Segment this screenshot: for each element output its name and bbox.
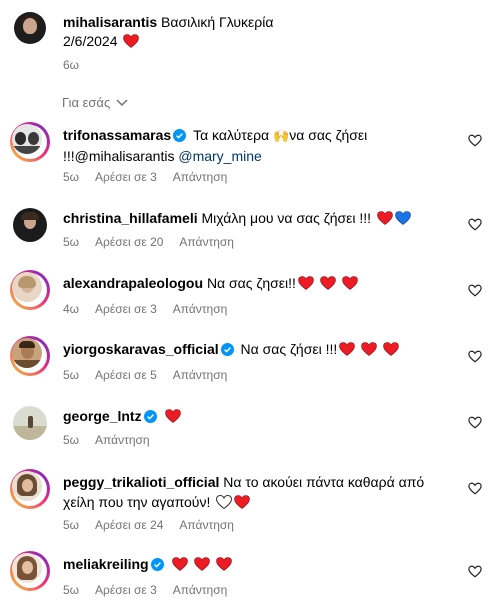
heart-outline-icon[interactable]	[468, 565, 482, 579]
red-heart-icon	[339, 342, 356, 356]
comment-time: 5ω	[63, 433, 80, 447]
reply-button[interactable]: Απάντηση	[173, 583, 228, 597]
comment-time: 5ω	[63, 518, 80, 532]
verified-badge-icon	[150, 558, 164, 571]
comment-item: peggy_trikalioti_official Να το ακούει π…	[10, 469, 488, 535]
likes-count[interactable]: Αρέσει σε 5	[95, 368, 157, 382]
raising-hands-emoji: 🙌	[273, 128, 290, 143]
red-heart-icon	[377, 211, 393, 225]
comment-time: 5ω	[63, 170, 80, 184]
red-heart-icon	[341, 276, 358, 290]
white-heart-icon	[216, 495, 233, 509]
comment-username[interactable]: meliakreiling	[63, 556, 149, 572]
comment-meta: 5ω Αρέσει σε 5 Απάντηση	[63, 368, 227, 382]
comment-time: 5ω	[63, 368, 80, 382]
caption-date: 2/6/2024	[63, 33, 118, 49]
comment-meta: 5ω Αρέσει σε 3 Απάντηση	[63, 583, 227, 597]
red-heart-icon	[123, 34, 140, 48]
reply-button[interactable]: Απάντηση	[179, 235, 234, 249]
comment-username[interactable]: yiorgoskaravas_official	[63, 341, 219, 357]
heart-outline-icon[interactable]	[468, 284, 482, 298]
avatar[interactable]	[10, 551, 50, 591]
avatar[interactable]	[10, 469, 50, 509]
heart-outline-icon[interactable]	[468, 350, 482, 364]
chevron-down-icon	[116, 98, 128, 106]
for-you-label: Για εσάς	[62, 95, 111, 110]
avatar[interactable]	[10, 336, 50, 376]
red-heart-icon	[361, 342, 377, 356]
blue-heart-icon	[395, 211, 411, 225]
likes-count[interactable]: Αρέσει σε 3	[95, 302, 157, 316]
reply-button[interactable]: Απάντηση	[179, 518, 234, 532]
comment-text: trifonassamaras Τα καλύτερα 🙌να σας ζήσε…	[63, 127, 368, 164]
red-heart-icon	[319, 276, 336, 290]
reply-button[interactable]: Απάντηση	[173, 302, 228, 316]
heart-outline-icon[interactable]	[468, 416, 482, 430]
avatar[interactable]	[14, 12, 46, 44]
avatar[interactable]	[10, 205, 50, 245]
comment-text: alexandrapaleologou Να σας ζησει!!	[63, 273, 463, 293]
red-heart-icon	[383, 342, 399, 356]
verified-badge-icon	[220, 343, 234, 356]
comment-username[interactable]: trifonassamaras	[63, 127, 171, 143]
mention-link[interactable]: @mary_mine	[178, 148, 261, 164]
likes-count[interactable]: Αρέσει σε 3	[95, 583, 157, 597]
reply-button[interactable]: Απάντηση	[173, 368, 228, 382]
comment-text: peggy_trikalioti_official Να το ακούει π…	[63, 474, 425, 510]
verified-badge-icon	[143, 410, 157, 423]
comment-item: alexandrapaleologou Να σας ζησει!! 4ω Αρ…	[10, 270, 488, 320]
red-heart-icon	[172, 557, 189, 571]
comment-item: christina_hillafameli Μιχάλη μου να σας …	[10, 205, 488, 255]
comment-username[interactable]: george_lntz	[63, 408, 142, 424]
caption-date-line: 2/6/2024	[63, 32, 140, 50]
heart-outline-icon[interactable]	[468, 218, 482, 232]
red-heart-icon	[194, 557, 211, 571]
caption-text: mihalisarantis Βασιλική Γλυκερία	[63, 13, 273, 31]
reply-button[interactable]: Απάντηση	[95, 433, 150, 447]
avatar[interactable]	[10, 403, 50, 443]
comment-meta: 5ω Αρέσει σε 3 Απάντηση	[63, 170, 227, 184]
heart-outline-icon[interactable]	[468, 482, 482, 496]
comment-text: christina_hillafameli Μιχάλη μου να σας …	[63, 208, 463, 228]
for-you-filter[interactable]: Για εσάς	[62, 95, 128, 110]
caption-body: Βασιλική Γλυκερία	[161, 14, 274, 30]
likes-count[interactable]: Αρέσει σε 20	[95, 235, 163, 249]
red-heart-icon	[216, 557, 233, 571]
red-heart-icon	[165, 409, 182, 423]
post-caption: mihalisarantis Βασιλική Γλυκερία 2/6/202…	[14, 10, 484, 72]
comment-meta: 5ω Απάντηση	[63, 433, 150, 447]
reply-button[interactable]: Απάντηση	[173, 170, 228, 184]
comment-username[interactable]: alexandrapaleologou	[63, 275, 203, 291]
red-heart-icon	[298, 276, 314, 290]
comment-meta: 5ω Αρέσει σε 20 Απάντηση	[63, 235, 234, 249]
comment-text: yiorgoskaravas_official Να σας ζήσει !!!	[63, 339, 463, 359]
comment-item: trifonassamaras Τα καλύτερα 🙌να σας ζήσε…	[10, 122, 488, 188]
comment-text: george_lntz	[63, 406, 463, 426]
comment-username[interactable]: peggy_trikalioti_official	[63, 474, 219, 490]
avatar[interactable]	[10, 122, 50, 162]
comment-item: george_lntz 5ω Απάντηση	[10, 403, 488, 453]
comment-username[interactable]: christina_hillafameli	[63, 210, 198, 226]
likes-count[interactable]: Αρέσει σε 24	[95, 518, 163, 532]
verified-badge-icon	[173, 129, 187, 142]
comment-time: 4ω	[63, 302, 80, 316]
comment-meta: 4ω Αρέσει σε 3 Απάντηση	[63, 302, 227, 316]
comment-time: 5ω	[63, 583, 80, 597]
red-heart-icon	[234, 495, 251, 509]
caption-username[interactable]: mihalisarantis	[63, 14, 157, 30]
comment-item: meliakreiling 5ω Αρέσει σε 3 Απάντηση	[10, 551, 488, 601]
heart-outline-icon[interactable]	[468, 134, 482, 148]
likes-count[interactable]: Αρέσει σε 3	[95, 170, 157, 184]
avatar[interactable]	[10, 270, 50, 310]
comment-meta: 5ω Αρέσει σε 24 Απάντηση	[63, 518, 234, 532]
comment-item: yiorgoskaravas_official Να σας ζήσει !!!…	[10, 336, 488, 386]
comment-text: meliakreiling	[63, 554, 463, 574]
caption-time: 6ω	[63, 58, 80, 72]
comment-time: 5ω	[63, 235, 80, 249]
